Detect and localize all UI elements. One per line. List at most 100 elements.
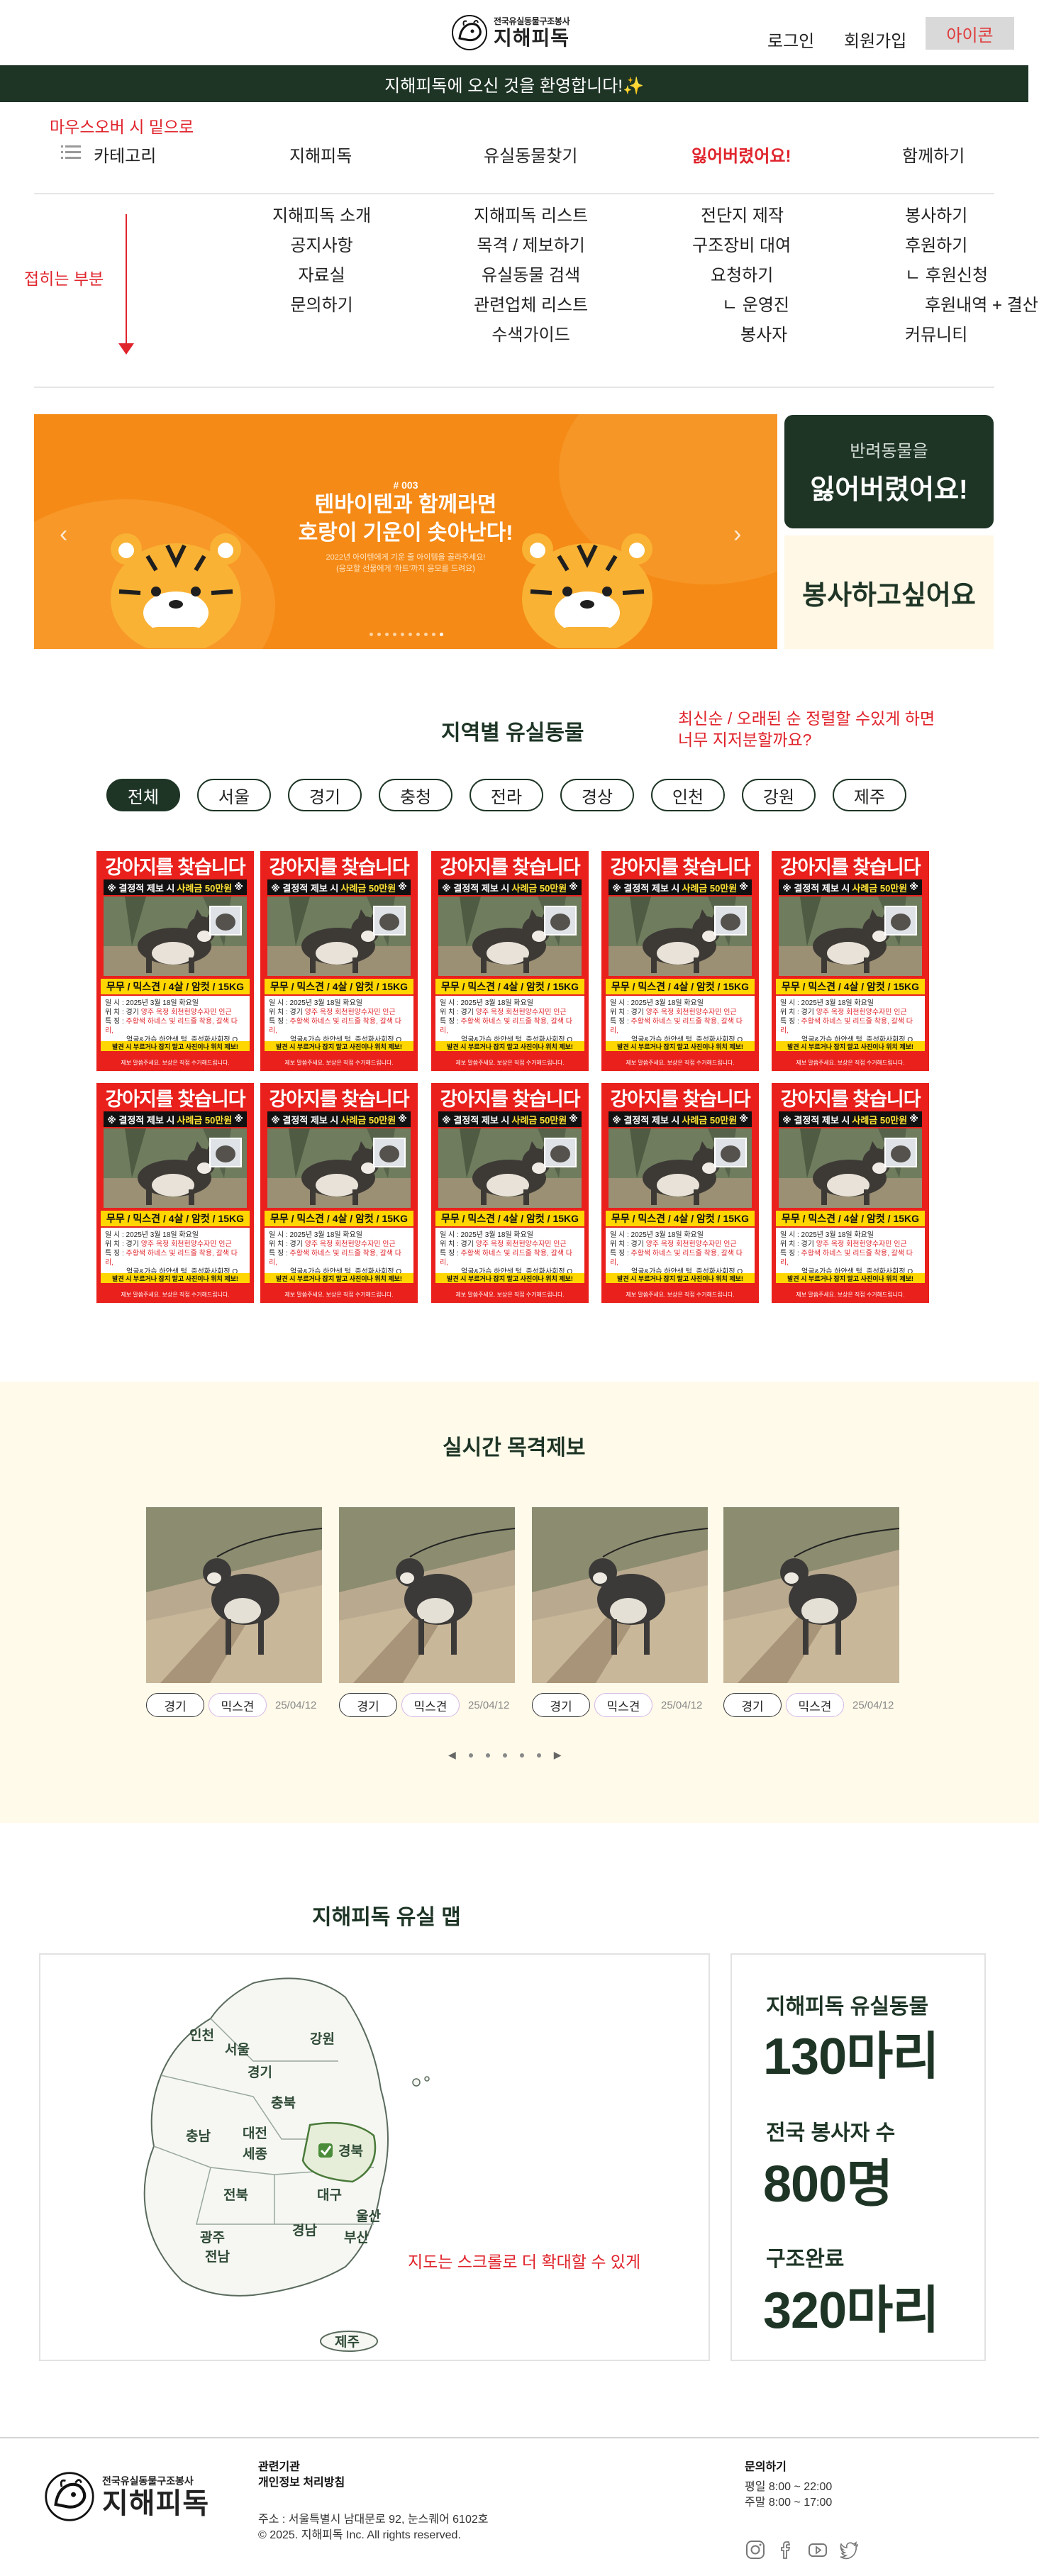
hero-pagination[interactable] <box>370 633 443 636</box>
region-chip[interactable]: 서울 <box>197 779 271 811</box>
menu-about[interactable]: 지해피독 소개 <box>272 206 371 227</box>
report-breed-tag[interactable]: 믹스견 <box>594 1693 652 1717</box>
region-chip[interactable]: 제주 <box>833 779 906 811</box>
map-label-gyeongnam[interactable]: 경남 <box>292 2223 317 2238</box>
hero-dot[interactable] <box>377 633 381 636</box>
facebook-icon[interactable] <box>776 2539 797 2560</box>
hero-prev-icon[interactable]: ‹ <box>60 521 67 548</box>
volunteer-button[interactable]: 봉사하고싶어요 <box>784 535 994 649</box>
region-chip[interactable]: 강원 <box>742 779 816 811</box>
menu-notice[interactable]: 공지사항 <box>290 235 352 257</box>
menu-donate-history[interactable]: 후원내역 + 결산 <box>925 295 1038 316</box>
report-region-tag[interactable]: 경기 <box>723 1693 782 1717</box>
hero-dot[interactable] <box>432 633 435 636</box>
lost-pet-card[interactable]: 강아지를 찾습니다 ※ 결정적 제보 시 사례금 50만원 ※ 무무 / 믹스견 / 4… <box>772 851 929 1071</box>
twitter-icon[interactable] <box>838 2539 860 2560</box>
map-label-incheon[interactable]: 인천 <box>189 2028 214 2043</box>
login-link[interactable]: 로그인 <box>767 27 814 52</box>
live-report-card[interactable]: 경기 믹스견 25/04/12 <box>723 1507 899 1717</box>
icon-button[interactable]: 아이콘 <box>926 17 1014 50</box>
report-breed-tag[interactable]: 믹스견 <box>401 1693 460 1717</box>
region-chip[interactable]: 전라 <box>470 779 543 811</box>
nav-jihappydog[interactable]: 지해피독 <box>289 142 352 167</box>
map-label-chungnam[interactable]: 충남 <box>186 2128 211 2144</box>
pager-next-icon[interactable]: ▶ <box>554 1749 562 1761</box>
menu-list-icon[interactable] <box>61 145 81 160</box>
lost-pet-card[interactable]: 강아지를 찾습니다 ※ 결정적 제보 시 사례금 50만원 ※ 무무 / 믹스견 / 4… <box>260 851 418 1071</box>
menu-flyer[interactable]: 전단지 제작 <box>701 206 784 227</box>
map-label-jeonnam[interactable]: 전남 <box>205 2249 230 2265</box>
map-label-gangwon[interactable]: 강원 <box>310 2031 335 2047</box>
hero-dot[interactable] <box>385 633 389 636</box>
hero-dot[interactable] <box>401 633 404 636</box>
menu-guide[interactable]: 수색가이드 <box>491 325 569 346</box>
hero-dot[interactable] <box>409 633 412 636</box>
nav-lost[interactable]: 잃어버렸어요! <box>691 142 791 167</box>
report-region-tag[interactable]: 경기 <box>146 1693 204 1717</box>
menu-resources[interactable]: 자료실 <box>298 265 345 287</box>
lost-pet-card[interactable]: 강아지를 찾습니다 ※ 결정적 제보 시 사례금 50만원 ※ 무무 / 믹스견 / 4… <box>96 851 254 1071</box>
lost-pet-card[interactable]: 강아지를 찾습니다 ※ 결정적 제보 시 사례금 50만원 ※ 무무 / 믹스견 / 4… <box>260 1083 418 1303</box>
menu-search[interactable]: 유실동물 검색 <box>482 265 580 287</box>
lost-pet-card[interactable]: 강아지를 찾습니다 ※ 결정적 제보 시 사례금 50만원 ※ 무무 / 믹스견 / 4… <box>96 1083 254 1303</box>
hero-next-icon[interactable]: › <box>733 521 741 548</box>
map-label-daejeon[interactable]: 대전 <box>243 2126 267 2141</box>
lost-pet-card[interactable]: 강아지를 찾습니다 ※ 결정적 제보 시 사례금 50만원 ※ 무무 / 믹스견 / 4… <box>431 1083 589 1303</box>
youtube-icon[interactable] <box>807 2539 828 2560</box>
lost-map[interactable]: 인천 서울 경기 강원 충북 충남 대전 세종 경북 전북 대구 울산 경남 부… <box>39 1953 710 2361</box>
nav-together[interactable]: 함께하기 <box>902 142 965 167</box>
map-label-gwangju[interactable]: 광주 <box>200 2230 225 2245</box>
menu-partners[interactable]: 관련업체 리스트 <box>474 295 588 316</box>
site-logo[interactable]: 전국유실동물구조봉사 지해피독 <box>451 14 570 51</box>
region-chip[interactable]: 경기 <box>288 779 362 811</box>
region-chip[interactable]: 충청 <box>379 779 452 811</box>
report-breed-tag[interactable]: 믹스견 <box>209 1693 267 1717</box>
menu-request[interactable]: 요청하기 <box>711 265 773 287</box>
map-label-chungbuk[interactable]: 충북 <box>271 2095 296 2111</box>
region-chip[interactable]: 전체 <box>106 779 180 811</box>
region-chip[interactable]: 경상 <box>560 779 634 811</box>
map-label-seoul[interactable]: 서울 <box>225 2042 250 2058</box>
footer-logo[interactable]: 전국유실동물구조봉사 지해피독 <box>44 2471 209 2522</box>
nav-category[interactable]: 카테고리 <box>94 142 156 167</box>
map-label-gyeongbuk[interactable]: 경북 <box>338 2143 363 2159</box>
menu-inquiry[interactable]: 문의하기 <box>290 295 352 316</box>
footer-link-agency[interactable]: 관련기관 <box>258 2461 300 2473</box>
hero-dot[interactable] <box>416 633 420 636</box>
hero-dot[interactable] <box>440 633 443 636</box>
map-label-gyeonggi[interactable]: 경기 <box>248 2065 272 2080</box>
region-chip[interactable]: 인천 <box>651 779 725 811</box>
map-label-daegu[interactable]: 대구 <box>317 2187 342 2203</box>
map-label-sejong[interactable]: 세종 <box>243 2146 267 2162</box>
menu-volunteer[interactable]: 봉사자 <box>740 325 787 346</box>
lost-pet-button[interactable]: 반려동물을 잃어버렸어요! <box>784 415 994 528</box>
hero-dot[interactable] <box>393 633 396 636</box>
instagram-icon[interactable] <box>745 2539 766 2560</box>
map-label-ulsan[interactable]: 울산 <box>356 2209 381 2224</box>
lost-pet-card[interactable]: 강아지를 찾습니다 ※ 결정적 제보 시 사례금 50만원 ※ 무무 / 믹스견 / 4… <box>601 851 759 1071</box>
menu-staff[interactable]: ㄴ 운영진 <box>722 295 789 316</box>
menu-report[interactable]: 목격 / 제보하기 <box>477 235 584 257</box>
hero-dot[interactable] <box>424 633 428 636</box>
signup-link[interactable]: 회원가입 <box>844 27 906 52</box>
footer-link-privacy[interactable]: 개인정보 처리방침 <box>258 2477 345 2489</box>
menu-list[interactable]: 지해피독 리스트 <box>474 206 588 227</box>
menu-do-volunteer[interactable]: 봉사하기 <box>905 206 967 227</box>
pager-prev-icon[interactable]: ◀ <box>448 1749 456 1761</box>
korea-map[interactable]: 인천 서울 경기 강원 충북 충남 대전 세종 경북 전북 대구 울산 경남 부… <box>40 1955 711 2363</box>
live-report-card[interactable]: 경기 믹스견 25/04/12 <box>532 1507 708 1717</box>
live-report-card[interactable]: 경기 믹스견 25/04/12 <box>339 1507 515 1717</box>
lost-pet-card[interactable]: 강아지를 찾습니다 ※ 결정적 제보 시 사례금 50만원 ※ 무무 / 믹스견 / 4… <box>772 1083 929 1303</box>
lost-pet-card[interactable]: 강아지를 찾습니다 ※ 결정적 제보 시 사례금 50만원 ※ 무무 / 믹스견 / 4… <box>601 1083 759 1303</box>
map-label-jeonbuk[interactable]: 전북 <box>223 2187 248 2203</box>
hero-banner[interactable]: # 003 텐바이텐과 함께라면 호랑이 기운이 솟아난다! 2022년 아이텐… <box>34 414 777 649</box>
lost-pet-card[interactable]: 강아지를 찾습니다 ※ 결정적 제보 시 사례금 50만원 ※ 무무 / 믹스견 / 4… <box>431 851 589 1071</box>
menu-equipment[interactable]: 구조장비 대여 <box>692 235 791 257</box>
live-report-card[interactable]: 경기 믹스견 25/04/12 <box>146 1507 322 1717</box>
nav-find-lost[interactable]: 유실동물찾기 <box>484 142 577 167</box>
hero-dot[interactable] <box>370 633 373 636</box>
menu-donate[interactable]: 후원하기 <box>905 235 967 257</box>
report-region-tag[interactable]: 경기 <box>532 1693 590 1717</box>
menu-community[interactable]: 커뮤니티 <box>905 325 967 346</box>
map-label-busan[interactable]: 부산 <box>344 2230 369 2245</box>
